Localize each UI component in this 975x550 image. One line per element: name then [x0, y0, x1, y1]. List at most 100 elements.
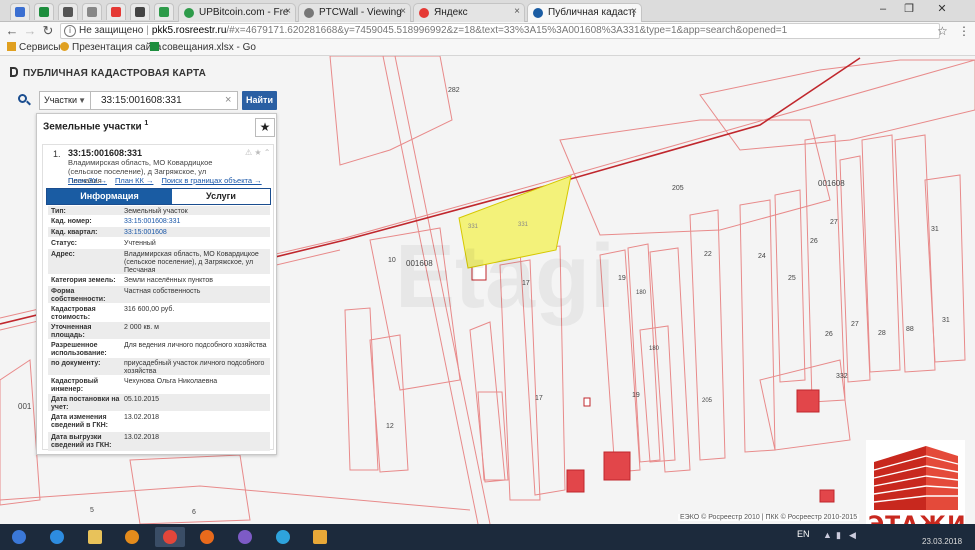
viber-icon[interactable]	[230, 527, 260, 547]
volume-icon[interactable]: ◀	[849, 530, 856, 541]
pinned-tab[interactable]	[34, 3, 54, 20]
bookmark-meetings[interactable]: совещания.xlsx - Go	[150, 42, 256, 53]
reload-icon[interactable]: ↻	[40, 22, 56, 40]
search-bar: Участки ▼ 33:15:001608:331 × Найти	[10, 90, 277, 111]
small-parcel[interactable]	[603, 451, 631, 481]
results-panel: Земельные участки 1 ★ 1. 33:15:001608:33…	[36, 113, 277, 455]
parcel[interactable]	[469, 321, 506, 483]
pinned-tab[interactable]	[154, 3, 174, 20]
parcel[interactable]	[839, 155, 871, 383]
forward-icon[interactable]: →	[22, 22, 38, 40]
office-icon[interactable]	[305, 527, 335, 547]
clock[interactable]: 23.03.2018	[922, 537, 962, 546]
favorites-star-icon[interactable]: ★	[255, 118, 275, 137]
start-button[interactable]	[4, 527, 34, 547]
parcel[interactable]	[344, 307, 379, 471]
tray-arrow-icon[interactable]: ▲	[823, 530, 832, 540]
map-label: 6	[192, 509, 196, 516]
telegram-icon[interactable]	[268, 527, 298, 547]
parcel[interactable]	[804, 134, 846, 403]
property-row: Статус: Учтенный	[48, 238, 270, 249]
parcel[interactable]	[739, 199, 776, 453]
tab-services[interactable]: Услуги	[172, 189, 270, 204]
tab-strip: UPBitcoin.com - Free fa × PTCWall - View…	[0, 0, 975, 23]
small-parcel[interactable]	[566, 469, 585, 493]
cadastral-number[interactable]: 33:15:001608:331	[68, 148, 142, 158]
tab-ptcwall[interactable]: PTCWall - Viewing Adve ×	[298, 3, 411, 22]
parcel[interactable]	[329, 56, 453, 166]
parcel[interactable]	[774, 189, 806, 383]
plan-kk-link[interactable]: План КК →	[115, 176, 154, 185]
taskbar: EN ▲ ▮ ◀	[0, 524, 975, 550]
search-within-link[interactable]: Поиск в границах объекта →	[161, 176, 261, 185]
close-tab-icon[interactable]: ×	[631, 6, 637, 17]
parcel[interactable]	[689, 209, 726, 461]
back-icon[interactable]: ←	[4, 22, 20, 40]
map-label: 26	[810, 238, 818, 245]
bookmark-services[interactable]: Сервисы	[7, 42, 60, 53]
tab-yandex[interactable]: Яндекс ×	[413, 3, 525, 22]
tab-upbitcoin[interactable]: UPBitcoin.com - Free fa ×	[178, 3, 296, 22]
pinned-tab[interactable]	[82, 3, 102, 20]
apps-icon	[7, 42, 16, 51]
search-icon[interactable]	[10, 90, 35, 111]
bookmark-presentation[interactable]: Презентация сайта	[60, 42, 161, 53]
map-label: 31	[931, 226, 939, 233]
bookmark-star-icon[interactable]: ☆	[937, 24, 948, 38]
close-window-icon[interactable]: ✕	[922, 0, 962, 20]
property-row: Разрешенное использование: Для ведения ли…	[48, 340, 270, 358]
map-label: 27	[851, 321, 859, 328]
app-title: ПУБЛИЧНАЯ КАДАСТРОВАЯ КАРТА	[10, 67, 206, 79]
map-label: 88	[906, 326, 914, 333]
parcel[interactable]	[559, 119, 831, 236]
close-tab-icon[interactable]: ×	[514, 6, 520, 17]
map-label: 001608	[818, 179, 845, 188]
pinned-tab[interactable]	[130, 3, 150, 20]
card-actions-icon[interactable]: ⚠ ★ ⌃	[245, 148, 271, 157]
tab-pkk[interactable]: Публичная кадастрова ×	[527, 3, 642, 23]
results-title: Земельные участки 1	[43, 120, 149, 133]
firefox-icon[interactable]	[192, 527, 222, 547]
clear-icon[interactable]: ×	[225, 91, 231, 109]
small-parcel[interactable]	[819, 489, 835, 503]
search-input[interactable]: 33:15:001608:331	[90, 91, 238, 110]
pinned-tab[interactable]	[10, 3, 30, 20]
small-parcel[interactable]	[796, 389, 820, 413]
property-row: Тип: Земельный участок	[48, 206, 270, 216]
tab-favicon-icon	[419, 8, 429, 18]
plan-zu-link[interactable]: План ЗУ →	[68, 176, 107, 185]
properties-table: Тип: Земельный участок Кад. номер: 33:15:0…	[48, 206, 270, 452]
map-label: 28	[878, 330, 886, 337]
map-label: 282	[448, 87, 460, 94]
minimize-icon[interactable]: –	[870, 0, 896, 20]
parcel[interactable]	[369, 334, 409, 473]
ie-icon[interactable]	[42, 527, 72, 547]
chrome-icon[interactable]	[155, 527, 185, 547]
network-icon[interactable]: ▮	[836, 530, 841, 541]
explorer-icon[interactable]	[80, 527, 110, 547]
property-row: Уточненная площадь: 2 000 кв. м	[48, 322, 270, 340]
info-icon[interactable]: i	[64, 25, 76, 37]
menu-icon[interactable]: ⋮	[958, 24, 970, 38]
property-row: Форма собственности: Частная собственност…	[48, 286, 270, 304]
language-indicator[interactable]: EN	[797, 529, 810, 539]
close-tab-icon[interactable]: ×	[285, 6, 291, 17]
parcel[interactable]	[627, 243, 661, 463]
url-input[interactable]: i Не защищено | pkk5.rosreestr.ru/#x=467917…	[60, 23, 940, 39]
parcel[interactable]	[0, 359, 41, 506]
close-tab-icon[interactable]: ×	[400, 6, 406, 17]
tab-favicon-icon	[184, 8, 194, 18]
pinned-tab[interactable]	[106, 3, 126, 20]
result-card[interactable]: 1. 33:15:001608:331 ⚠ ★ ⌃ Владимирская о…	[42, 144, 274, 452]
pinned-tab[interactable]	[58, 3, 78, 20]
small-parcel[interactable]	[583, 397, 591, 407]
find-button[interactable]: Найти	[242, 91, 277, 110]
bookmarks-bar: Сервисы Презентация сайта совещания.xlsx…	[0, 40, 975, 56]
tab-information[interactable]: Информация	[47, 189, 172, 204]
search-type-select[interactable]: Участки ▼	[39, 91, 91, 110]
maximize-icon[interactable]: ❐	[896, 0, 922, 20]
media-player-icon[interactable]	[117, 527, 147, 547]
property-row: Дата изменения сведений в ГКН: 13.02.2018	[48, 412, 270, 432]
map-label: 19	[618, 275, 626, 282]
map-label: 27	[830, 219, 838, 226]
